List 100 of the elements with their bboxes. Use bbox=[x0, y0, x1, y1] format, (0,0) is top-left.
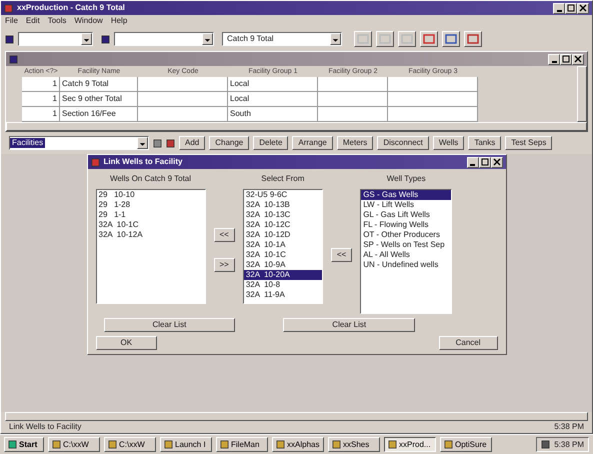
list-item[interactable]: 32A 11-9A bbox=[244, 290, 322, 300]
list-item[interactable]: 32-U5 9-6C bbox=[244, 190, 322, 200]
list-item[interactable]: 29 1-1 bbox=[96, 210, 204, 220]
document-icon bbox=[9, 54, 18, 64]
clear-list-button[interactable]: Clear List bbox=[104, 318, 236, 332]
list-item[interactable]: UN - Undefined wells bbox=[361, 260, 452, 270]
move-left-button[interactable]: << bbox=[214, 228, 235, 242]
toolbar-button[interactable] bbox=[376, 31, 394, 47]
facility-button[interactable]: Disconnect bbox=[377, 136, 429, 150]
menu-item[interactable]: Help bbox=[110, 15, 128, 27]
close-button[interactable] bbox=[490, 156, 502, 168]
list-item[interactable]: 32A 10-8 bbox=[244, 280, 322, 290]
close-button[interactable] bbox=[572, 54, 584, 64]
move-right-button[interactable]: >> bbox=[214, 258, 235, 272]
maximize-icon bbox=[562, 54, 570, 63]
list-item[interactable]: 32A 10-13C bbox=[244, 210, 322, 220]
table-cell: 1 bbox=[22, 107, 60, 122]
taskbar-button[interactable]: xxAlphas bbox=[272, 437, 324, 452]
toolbar-button[interactable] bbox=[464, 31, 482, 47]
maximize-icon bbox=[480, 158, 488, 166]
facility-button[interactable]: Add bbox=[179, 136, 206, 150]
start-button[interactable]: Start bbox=[4, 437, 44, 452]
minimize-button[interactable] bbox=[553, 2, 565, 14]
scrollbar[interactable] bbox=[6, 122, 587, 131]
list-item[interactable]: 32A 10-1A bbox=[244, 240, 322, 250]
list-item[interactable]: LW - Lift Wells bbox=[361, 200, 452, 210]
list-item[interactable]: AL - All Wells bbox=[361, 250, 452, 260]
list-item[interactable]: 32A 10-20A bbox=[244, 270, 322, 280]
close-button[interactable] bbox=[577, 2, 589, 14]
maximize-button[interactable] bbox=[560, 54, 572, 64]
list-item[interactable]: 32A 10-1C bbox=[96, 220, 204, 230]
dialog-title: Link Wells to Facility bbox=[104, 156, 182, 168]
list-item[interactable]: 32A 10-12D bbox=[244, 230, 322, 240]
menu-item[interactable]: Window bbox=[74, 15, 103, 27]
program-icon bbox=[444, 440, 453, 449]
clock: 5:38 PM bbox=[554, 438, 584, 450]
taskbar-button[interactable]: C:\xxW bbox=[48, 437, 100, 452]
toolbar-button[interactable] bbox=[354, 31, 372, 47]
combo-box[interactable]: Catch 9 Total bbox=[222, 32, 342, 46]
list-item[interactable]: 32A 10-1C bbox=[244, 250, 322, 260]
minimize-icon bbox=[556, 10, 562, 12]
menu-item[interactable]: File bbox=[5, 15, 18, 27]
scrollbar[interactable] bbox=[577, 66, 587, 122]
maximize-button[interactable] bbox=[478, 156, 490, 168]
facility-button[interactable]: Change bbox=[209, 136, 250, 150]
combo-box[interactable]: Facilities bbox=[9, 136, 149, 150]
taskbar-button[interactable]: xxShes bbox=[328, 437, 380, 452]
minimize-icon bbox=[552, 60, 556, 62]
table-cell: South bbox=[228, 107, 318, 122]
table-cell: Local bbox=[228, 92, 318, 107]
toolbar-button[interactable] bbox=[398, 31, 416, 47]
facility-button[interactable]: Tanks bbox=[468, 136, 502, 150]
close-icon bbox=[492, 158, 500, 166]
list-item[interactable]: 29 1-28 bbox=[96, 200, 204, 210]
facility-button[interactable]: Test Seps bbox=[505, 136, 552, 150]
table-cell: 1 bbox=[22, 92, 60, 107]
toolbar-button[interactable] bbox=[442, 31, 460, 47]
list-item[interactable]: 32A 10-9A bbox=[244, 260, 322, 270]
taskbar-button[interactable]: C:\xxW bbox=[104, 437, 156, 452]
list-item[interactable]: 32A 10-12A bbox=[96, 230, 204, 240]
list-item[interactable]: GL - Gas Lift Wells bbox=[361, 210, 452, 220]
move-left-button[interactable]: << bbox=[330, 248, 352, 262]
taskbar-button[interactable]: OptiSure bbox=[440, 437, 492, 452]
program-icon bbox=[332, 440, 341, 449]
table-cell: Catch 9 Total bbox=[60, 77, 138, 92]
program-icon bbox=[52, 440, 61, 449]
facility-button[interactable]: Delete bbox=[253, 136, 288, 150]
combo-box[interactable] bbox=[114, 32, 214, 46]
menu-item[interactable]: Tools bbox=[48, 15, 66, 27]
list-item[interactable]: OT - Other Producers bbox=[361, 230, 452, 240]
table-cell: Local bbox=[228, 77, 318, 92]
list-header: Select From bbox=[261, 173, 304, 185]
toolbar-button[interactable] bbox=[420, 31, 438, 47]
facility-button[interactable]: Wells bbox=[432, 136, 464, 150]
facility-button[interactable]: Meters bbox=[336, 136, 374, 150]
list-item[interactable]: 32A 10-12C bbox=[244, 220, 322, 230]
maximize-button[interactable] bbox=[565, 2, 577, 14]
menu-item[interactable]: Edit bbox=[26, 15, 40, 27]
ok-button[interactable]: OK bbox=[96, 336, 158, 350]
cancel-button[interactable]: Cancel bbox=[438, 336, 498, 350]
minimize-icon bbox=[470, 164, 475, 166]
facility-button[interactable]: Arrange bbox=[292, 136, 333, 150]
minimize-button[interactable] bbox=[466, 156, 478, 168]
list-item[interactable]: SP - Wells on Test Sep bbox=[361, 240, 452, 250]
table-cell: Sec 9 other Total bbox=[60, 92, 138, 107]
scrollbar[interactable] bbox=[5, 412, 588, 421]
combo-box[interactable] bbox=[18, 32, 93, 46]
list-item[interactable]: FL - Flowing Wells bbox=[361, 220, 452, 230]
program-icon bbox=[220, 440, 229, 449]
taskbar-button[interactable]: xxProd... bbox=[384, 437, 436, 452]
list-item[interactable]: 32A 10-13B bbox=[244, 200, 322, 210]
list-item[interactable]: 29 10-10 bbox=[96, 190, 204, 200]
minimize-button[interactable] bbox=[548, 54, 560, 64]
clear-list-button[interactable]: Clear List bbox=[283, 318, 416, 332]
list-item[interactable]: GS - Gas Wells bbox=[361, 190, 452, 200]
field-icon bbox=[101, 34, 110, 44]
taskbar-button[interactable]: Launch I bbox=[160, 437, 212, 452]
taskbar-button[interactable]: FileMan bbox=[216, 437, 268, 452]
status-text: Link Wells to Facility bbox=[9, 421, 82, 433]
window-title: xxProduction - Catch 9 Total bbox=[17, 2, 125, 14]
